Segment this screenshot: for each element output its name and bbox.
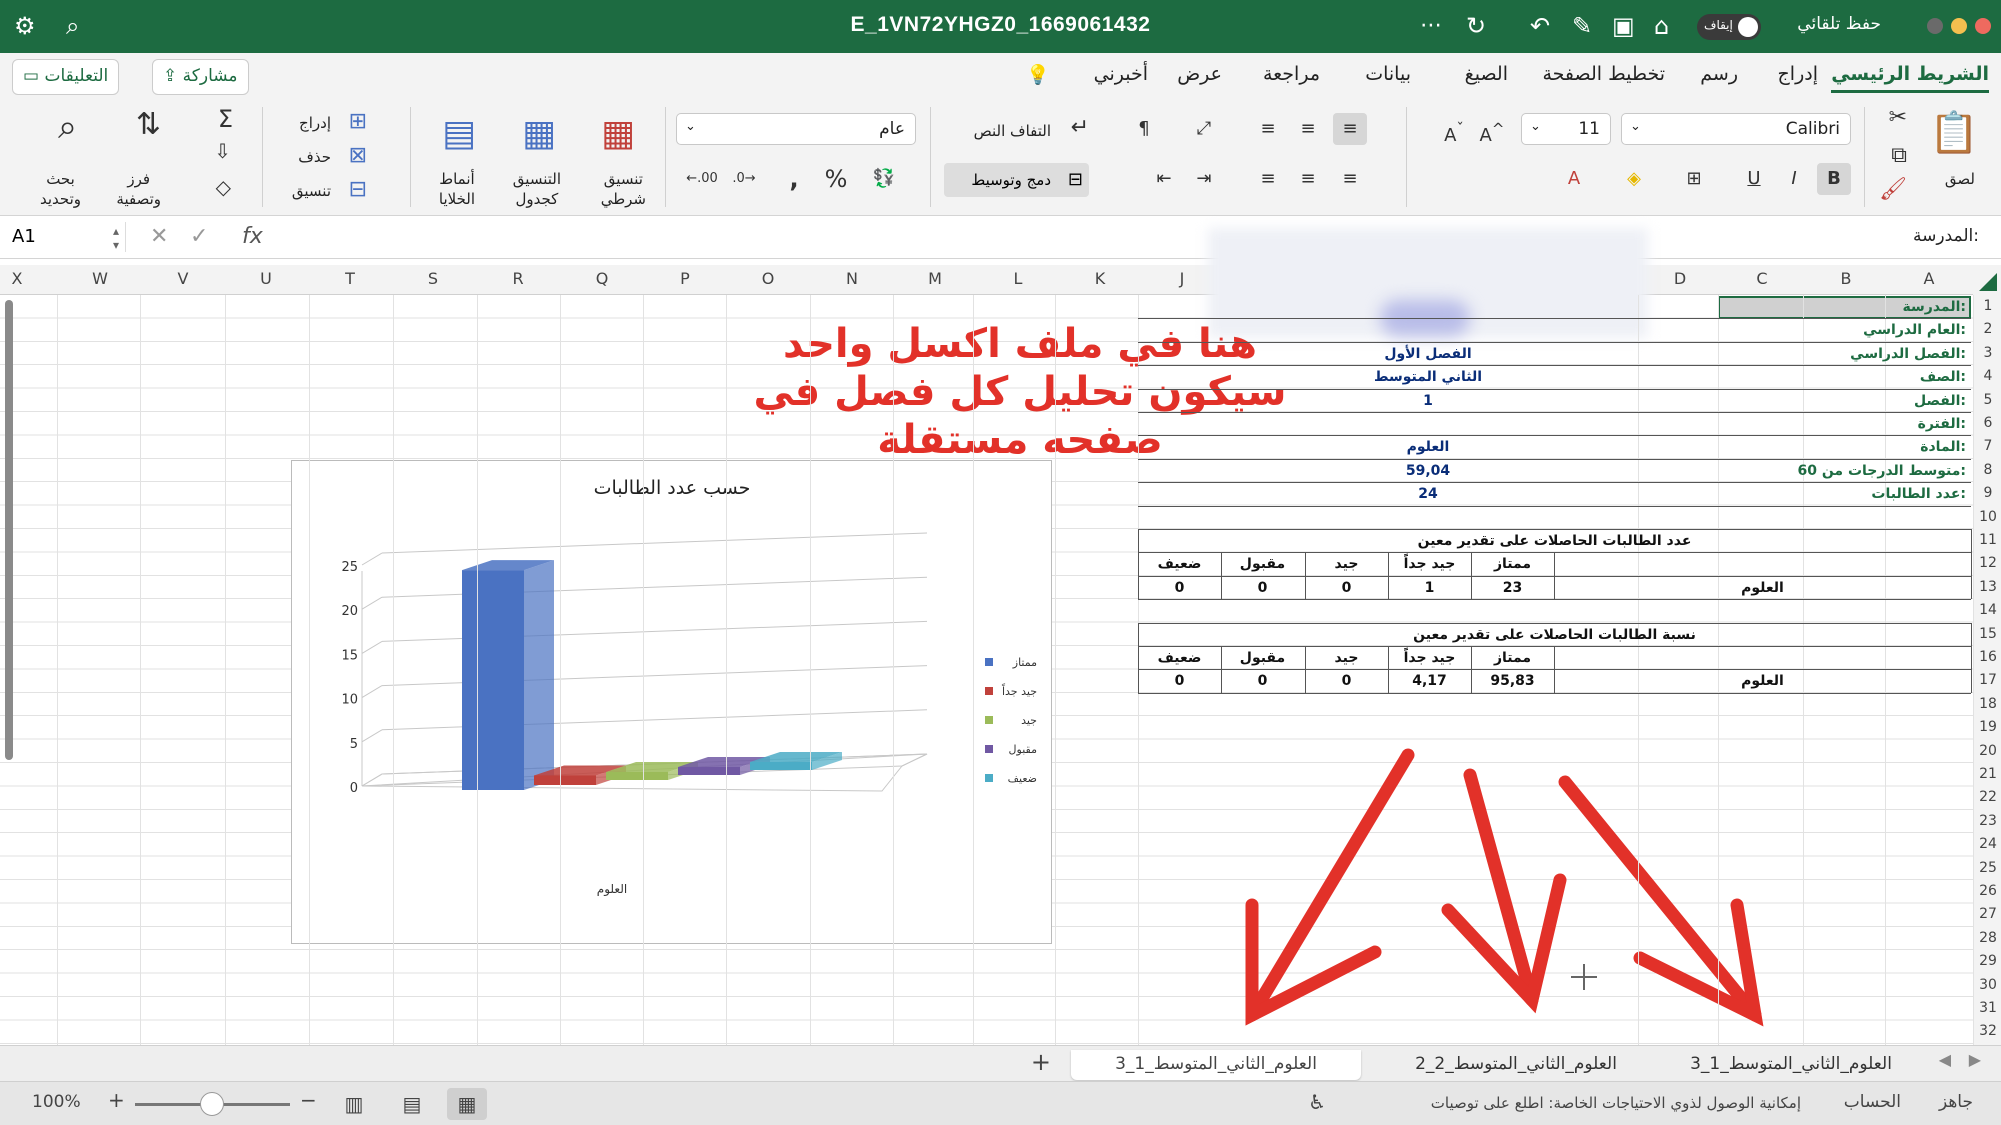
grid-column-line <box>643 295 644 1045</box>
table-border <box>1138 529 1971 530</box>
grid-column-line <box>810 295 811 1045</box>
count-table-title: عدد الطالبات الحاصلات على تقدير معين <box>1417 533 1692 549</box>
grid-column-line <box>560 295 561 1045</box>
grid-column-line <box>140 295 141 1045</box>
table-border <box>1971 622 1972 693</box>
info-value: العلوم <box>1406 439 1450 456</box>
percent-table-title: نسبة الطالبات الحاصلات على تقدير معين <box>1413 626 1696 643</box>
annotation-arrows <box>1245 748 1764 1027</box>
page-layout-view-button[interactable]: ▤ <box>392 1088 432 1120</box>
excel-window: ⚙ ⌕ E_1VN72YHGZ0_1669061432 ⋯ ↻ ↶ ✎ ▣ ⌂ … <box>0 0 2001 1125</box>
status-accessibility[interactable]: إمكانية الوصول لذوي الاحتياجات الخاصة: ا… <box>1431 1094 1801 1112</box>
count-table-value: 0 <box>1257 579 1268 596</box>
percent-table-subject: العلوم <box>1741 673 1784 690</box>
zoom-level[interactable]: 100% <box>32 1092 81 1112</box>
sheet-tab-1-active[interactable]: العلوم_الثاني_المتوسط_1_3 <box>1071 1050 1361 1080</box>
add-sheet-button[interactable]: + <box>1031 1048 1051 1076</box>
table-border <box>1971 529 1972 600</box>
sheet-tab-bar: ▶ ◀ العلوم_الثاني_المتوسط_1_3 العلوم_الث… <box>0 1045 2001 1081</box>
count-table-header: ضعيف <box>1157 556 1202 573</box>
info-label: متوسط الدرجات من 60: <box>1797 462 1966 479</box>
info-label: الصف: <box>1919 369 1966 386</box>
scroll-right-icon[interactable]: ▶ <box>1969 1050 1981 1069</box>
info-label: الفصل الدراسي: <box>1850 345 1966 362</box>
grid-column-line <box>225 295 226 1045</box>
info-label: المدرسة: <box>1902 299 1966 315</box>
sheet-tab-2[interactable]: العلوم_الثاني_المتوسط_2_2 <box>1391 1050 1641 1080</box>
grid-column-line <box>57 295 58 1045</box>
info-label: عدد الطالبات: <box>1871 486 1966 503</box>
status-account[interactable]: الحساب <box>1844 1092 1901 1112</box>
grid-column-line <box>1973 295 1974 1045</box>
percent-table-value: 0 <box>1174 673 1185 690</box>
count-table-value: 1 <box>1424 579 1435 596</box>
table-border <box>1138 622 1971 624</box>
zoom-slider-knob[interactable] <box>200 1092 224 1116</box>
info-label: الفترة: <box>1917 416 1966 432</box>
sheet-tab-3[interactable]: العلوم_الثاني_المتوسط_1_3 <box>1666 1050 1916 1080</box>
zoom-out-button[interactable]: − <box>300 1088 317 1112</box>
count-table-header: جيد <box>1334 556 1359 573</box>
grid-column-line <box>1055 295 1056 1045</box>
status-ready: جاهز <box>1938 1092 1973 1112</box>
move-cursor-icon <box>1571 964 1597 990</box>
info-label: الفصل: <box>1913 392 1966 409</box>
count-table-header: مقبول <box>1239 556 1286 573</box>
grid-column-line <box>309 295 310 1045</box>
count-table-header: جيد جداً <box>1403 556 1456 573</box>
normal-view-button[interactable]: ▦ <box>447 1088 487 1120</box>
info-value: 59,04 <box>1405 462 1451 479</box>
accessibility-icon: ♿ <box>1308 1090 1326 1114</box>
percent-table-value: 4,17 <box>1412 673 1447 690</box>
table-border <box>1138 692 1971 694</box>
percent-table-value: 0 <box>1341 673 1352 690</box>
info-value: 1 <box>1423 392 1433 409</box>
percent-table-value: 95,83 <box>1490 673 1535 690</box>
table-border <box>1138 505 1971 507</box>
page-break-view-button[interactable]: ▥ <box>334 1088 374 1120</box>
percent-table-header: ضعيف <box>1157 650 1202 666</box>
percent-table-header: مقبول <box>1239 650 1286 666</box>
count-table-subject: العلوم <box>1741 579 1784 596</box>
info-value: 24 <box>1418 486 1438 503</box>
info-value: الثاني المتوسط <box>1373 369 1482 386</box>
count-table-value: 0 <box>1174 579 1185 596</box>
zoom-in-button[interactable]: + <box>108 1088 125 1112</box>
grid-column-line <box>393 295 394 1045</box>
count-table-value: 23 <box>1502 579 1523 596</box>
status-bar: جاهز الحساب إمكانية الوصول لذوي الاحتياج… <box>0 1081 2001 1125</box>
info-label: العام الدراسي: <box>1863 322 1966 339</box>
grid-column-line <box>893 295 894 1045</box>
arrow-3-shaft <box>1558 775 1762 1022</box>
scroll-left-icon[interactable]: ◀ <box>1939 1050 1951 1069</box>
count-table-value: 0 <box>1341 579 1352 596</box>
grid-column-line <box>477 295 478 1045</box>
info-value: الفصل الأول <box>1384 345 1472 362</box>
grid-column-line <box>726 295 727 1045</box>
percent-table-header: جيد <box>1334 650 1359 666</box>
table-border <box>1138 599 1971 601</box>
percent-table-value: 0 <box>1257 673 1268 690</box>
count-table-header: ممتاز <box>1493 556 1532 573</box>
percent-table-header: جيد جداً <box>1403 650 1456 666</box>
percent-table-header: ممتاز <box>1493 650 1532 666</box>
info-label: المادة: <box>1920 439 1966 456</box>
grid-column-line <box>973 295 974 1045</box>
